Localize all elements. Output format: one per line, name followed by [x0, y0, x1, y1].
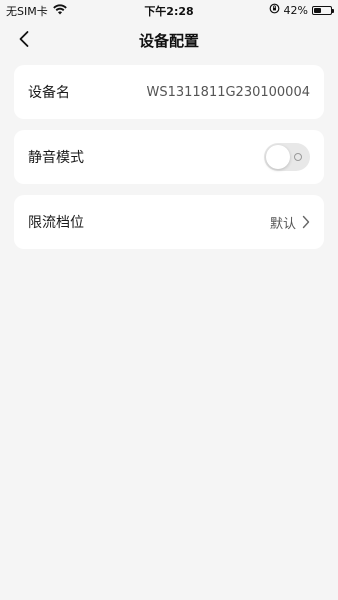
status-right: 42% — [269, 3, 334, 17]
battery-icon — [312, 5, 334, 15]
current-limit-label: 限流档位 — [28, 215, 84, 231]
battery-fill — [314, 7, 321, 13]
toggle-off-indicator — [294, 153, 302, 161]
silent-mode-row: 静音模式 — [14, 130, 324, 184]
chevron-right-icon — [302, 215, 310, 229]
silent-mode-toggle[interactable] — [264, 143, 310, 171]
current-limit-value-group: 默认 — [270, 213, 310, 232]
current-limit-row[interactable]: 限流档位 默认 — [14, 195, 324, 249]
page-title: 设备配置 — [138, 32, 199, 50]
toggle-knob — [266, 145, 290, 169]
current-limit-value: 默认 — [269, 216, 296, 232]
battery-percent: 42% — [283, 3, 308, 17]
status-bar: 无SIM卡 下午2:28 42% — [0, 0, 338, 20]
nav-bar: 设备配置 — [0, 22, 338, 56]
device-name-label: 设备名 — [28, 85, 70, 101]
silent-mode-label: 静音模式 — [28, 150, 84, 166]
orientation-lock-icon — [269, 3, 280, 17]
device-name-row: 设备名 WS1311811G230100004 — [14, 65, 324, 119]
device-name-value: WS1311811G230100004 — [146, 84, 310, 100]
